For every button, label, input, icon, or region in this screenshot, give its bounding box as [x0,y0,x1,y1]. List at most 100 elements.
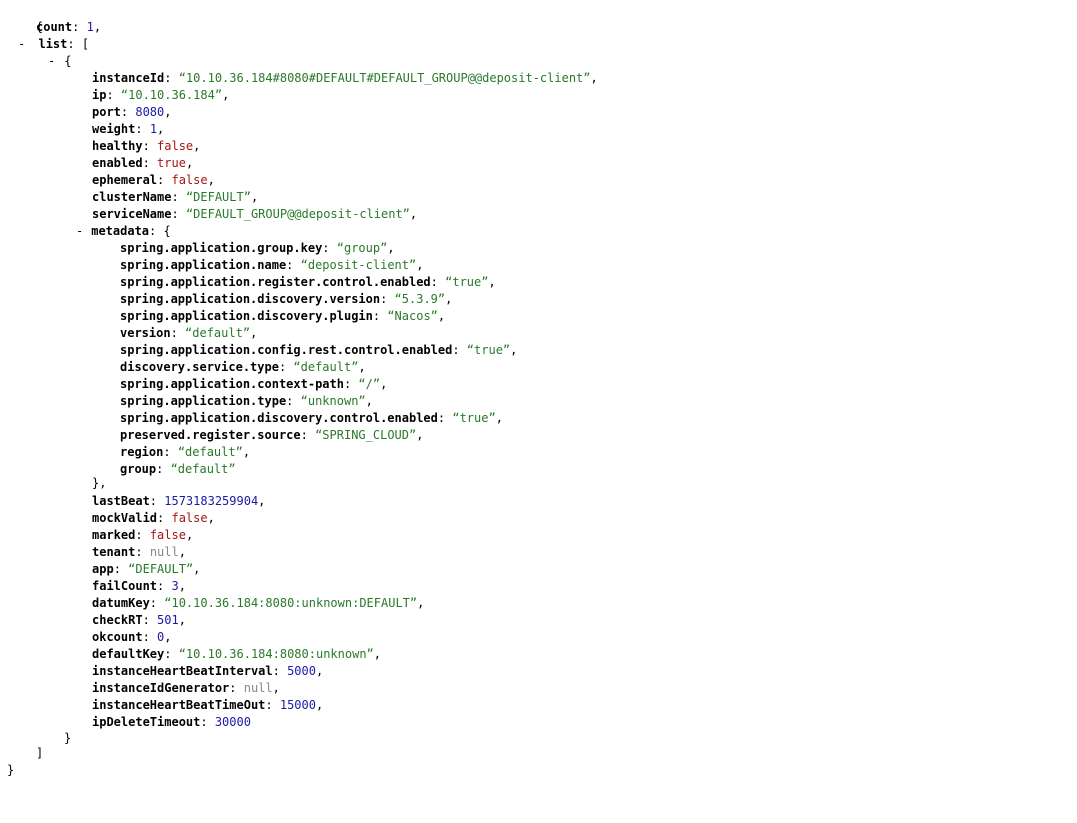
metadata-entry-key: spring.application.name [120,258,287,272]
tenant-line: tenant: null, [92,544,186,561]
healthy-line: healthy: false, [92,138,200,155]
checkRT-line: checkRT: 501, [92,612,186,629]
colon: : [163,445,178,459]
lastBeat-key: lastBeat [92,494,150,508]
metadata-entry-value: “default” [293,360,359,374]
metadata-entry-key: spring.application.type [120,394,287,408]
okcount-line: okcount: 0, [92,629,172,646]
ip-key: ip [92,88,107,102]
comma: , [488,275,496,289]
json-viewer: { count: 1, - list: [ -{ instanceId: “10… [0,0,1077,823]
root-close-line: } [7,762,14,779]
item-collapse-toggle[interactable]: - [48,54,55,68]
metadata-entry: spring.application.config.rest.control.e… [120,342,517,359]
datumKey-line: datumKey: “10.10.36.184:8080:unknown:DEF… [92,595,424,612]
metadata-entry: region: “default”, [120,444,250,461]
metadata-entry-key: group [120,462,157,476]
comma: , [365,394,373,408]
comma: , [207,511,215,525]
healthy-value: false [157,139,194,153]
metadata-entry-key: spring.application.discovery.plugin [120,309,373,323]
ephemeral-line: ephemeral: false, [92,172,215,189]
failCount-value: 3 [171,579,179,593]
okcount-key: okcount [92,630,143,644]
app-value: “DEFAULT” [128,562,194,576]
comma: , [185,528,194,542]
port-line: port: 8080, [92,104,172,121]
count-value: 1 [86,20,94,34]
metadata-entry-value: “default” [177,445,243,459]
colon: : [135,122,150,136]
colon: : [300,428,316,442]
item-close-brace: } [64,731,72,745]
instanceIdGenerator-value: null [243,681,273,695]
instanceIdGenerator-key: instanceIdGenerator [92,681,230,695]
port-value: 8080 [135,105,165,119]
metadata-entry-key: region [120,445,164,459]
metadata-line: - metadata: { [76,223,171,240]
ip-value: “10.10.36.184” [120,88,223,102]
metadata-entry-value: “true” [452,411,496,425]
port-key: port [92,105,121,119]
comma: , [222,88,230,102]
list-open-bracket: [ [81,37,90,51]
serviceName-key: serviceName [92,207,172,221]
weight-value: 1 [149,122,158,136]
metadata-entry-value: “deposit-client” [300,258,417,272]
failCount-line: failCount: 3, [92,578,186,595]
metadata-open-brace: { [163,224,171,238]
colon: : [343,377,359,391]
metadata-entry: version: “default”, [120,325,257,342]
colon: : [171,207,186,221]
serviceName-line: serviceName: “DEFAULT_GROUP@@deposit-cli… [92,206,417,223]
colon: : [135,545,150,559]
metadata-entry-key: spring.application.config.rest.control.e… [120,343,453,357]
mockValid-value: false [171,511,208,525]
metadata-entry: group: “default” [120,461,236,478]
tenant-value: null [149,545,179,559]
comma: , [409,207,418,221]
metadata-entry-value: “default” [185,326,251,340]
root-open-brace-line: { [7,2,43,34]
colon: : [380,292,395,306]
colon: : [120,105,136,119]
colon: : [278,360,294,374]
colon: : [67,37,82,51]
comma: , [416,258,424,272]
colon: : [322,241,337,255]
datumKey-value: “10.10.36.184:8080:unknown:DEFAULT” [164,596,418,610]
defaultKey-line: defaultKey: “10.10.36.184:8080:unknown”, [92,646,381,663]
clusterName-value: “DEFAULT” [185,190,251,204]
comma: , [417,596,425,610]
count-line: count: 1, [36,19,101,36]
instanceHeartBeatInterval-line: instanceHeartBeatInterval: 5000, [92,663,323,680]
metadata-collapse-toggle[interactable]: - [76,224,83,238]
metadata-entry-key: preserved.register.source [120,428,301,442]
comma: , [358,360,366,374]
marked-key: marked [92,528,136,542]
colon: : [452,343,467,357]
list-key: list [38,37,68,51]
instanceHeartBeatTimeOut-line: instanceHeartBeatTimeOut: 15000, [92,697,323,714]
metadata-entry-key: spring.application.discovery.version [120,292,381,306]
comma: , [164,105,172,119]
colon: : [170,326,186,340]
colon: : [142,139,158,153]
comma: , [207,173,215,187]
metadata-entry-value: “Nacos” [387,309,438,323]
colon: : [157,173,172,187]
instanceHeartBeatInterval-value: 5000 [287,664,316,678]
colon: : [164,647,179,661]
colon: : [113,562,129,576]
item-open-brace: { [64,54,72,68]
colon: : [286,258,301,272]
enabled-line: enabled: true, [92,155,193,172]
instanceHeartBeatTimeOut-value: 15000 [279,698,316,712]
colon: : [229,681,244,695]
comma: , [185,156,194,170]
app-key: app [92,562,114,576]
metadata-entry: spring.application.discovery.plugin: “Na… [120,308,445,325]
metadata-entry: spring.application.discovery.control.ena… [120,410,503,427]
metadata-entry-value: “5.3.9” [394,292,446,306]
instanceId-key: instanceId [92,71,165,85]
